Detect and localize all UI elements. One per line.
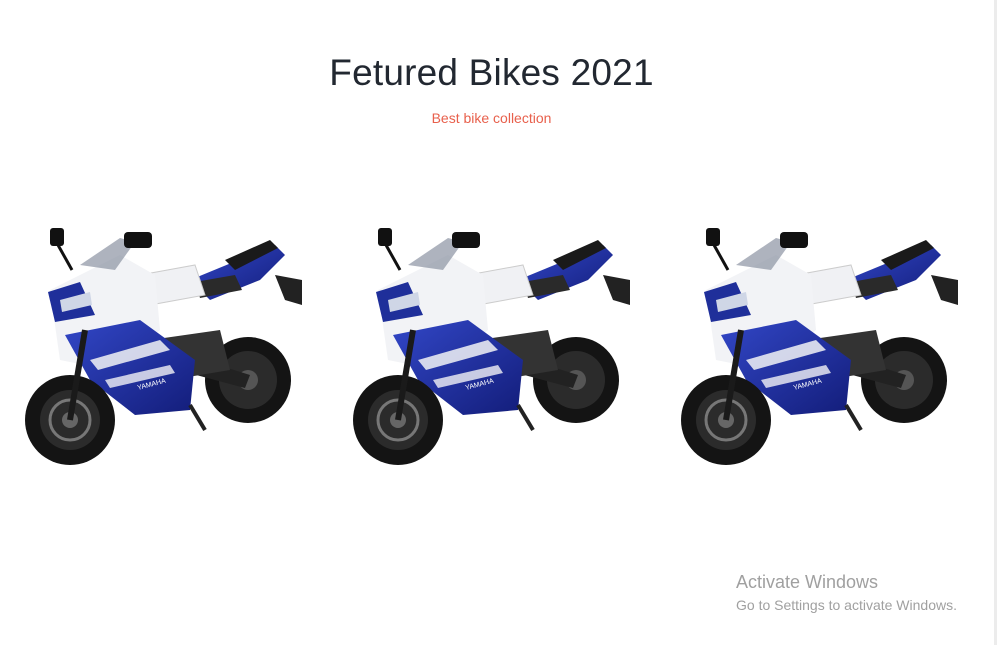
section-title: Fetured Bikes 2021 bbox=[329, 52, 654, 93]
watermark-title: Activate Windows bbox=[736, 572, 879, 592]
watermark-subtitle: Go to Settings to activate Windows. bbox=[736, 597, 957, 613]
bike-card-3[interactable]: YAMAHA bbox=[676, 220, 966, 470]
motorcycle-image: YAMAHA bbox=[25, 228, 302, 465]
section-subtitle: Best bike collection bbox=[431, 110, 552, 126]
motorcycle-image: YAMAHA bbox=[681, 228, 958, 465]
page: Fetured Bikes 2021 Best bike collection bbox=[0, 0, 997, 645]
motorcycle-image: YAMAHA bbox=[353, 228, 630, 465]
bike-card-2[interactable]: YAMAHA bbox=[348, 220, 638, 470]
bike-card-1[interactable]: YAMAHA bbox=[20, 220, 310, 470]
windows-activation-watermark: Activate Windows Go to Settings to activ… bbox=[736, 571, 957, 615]
